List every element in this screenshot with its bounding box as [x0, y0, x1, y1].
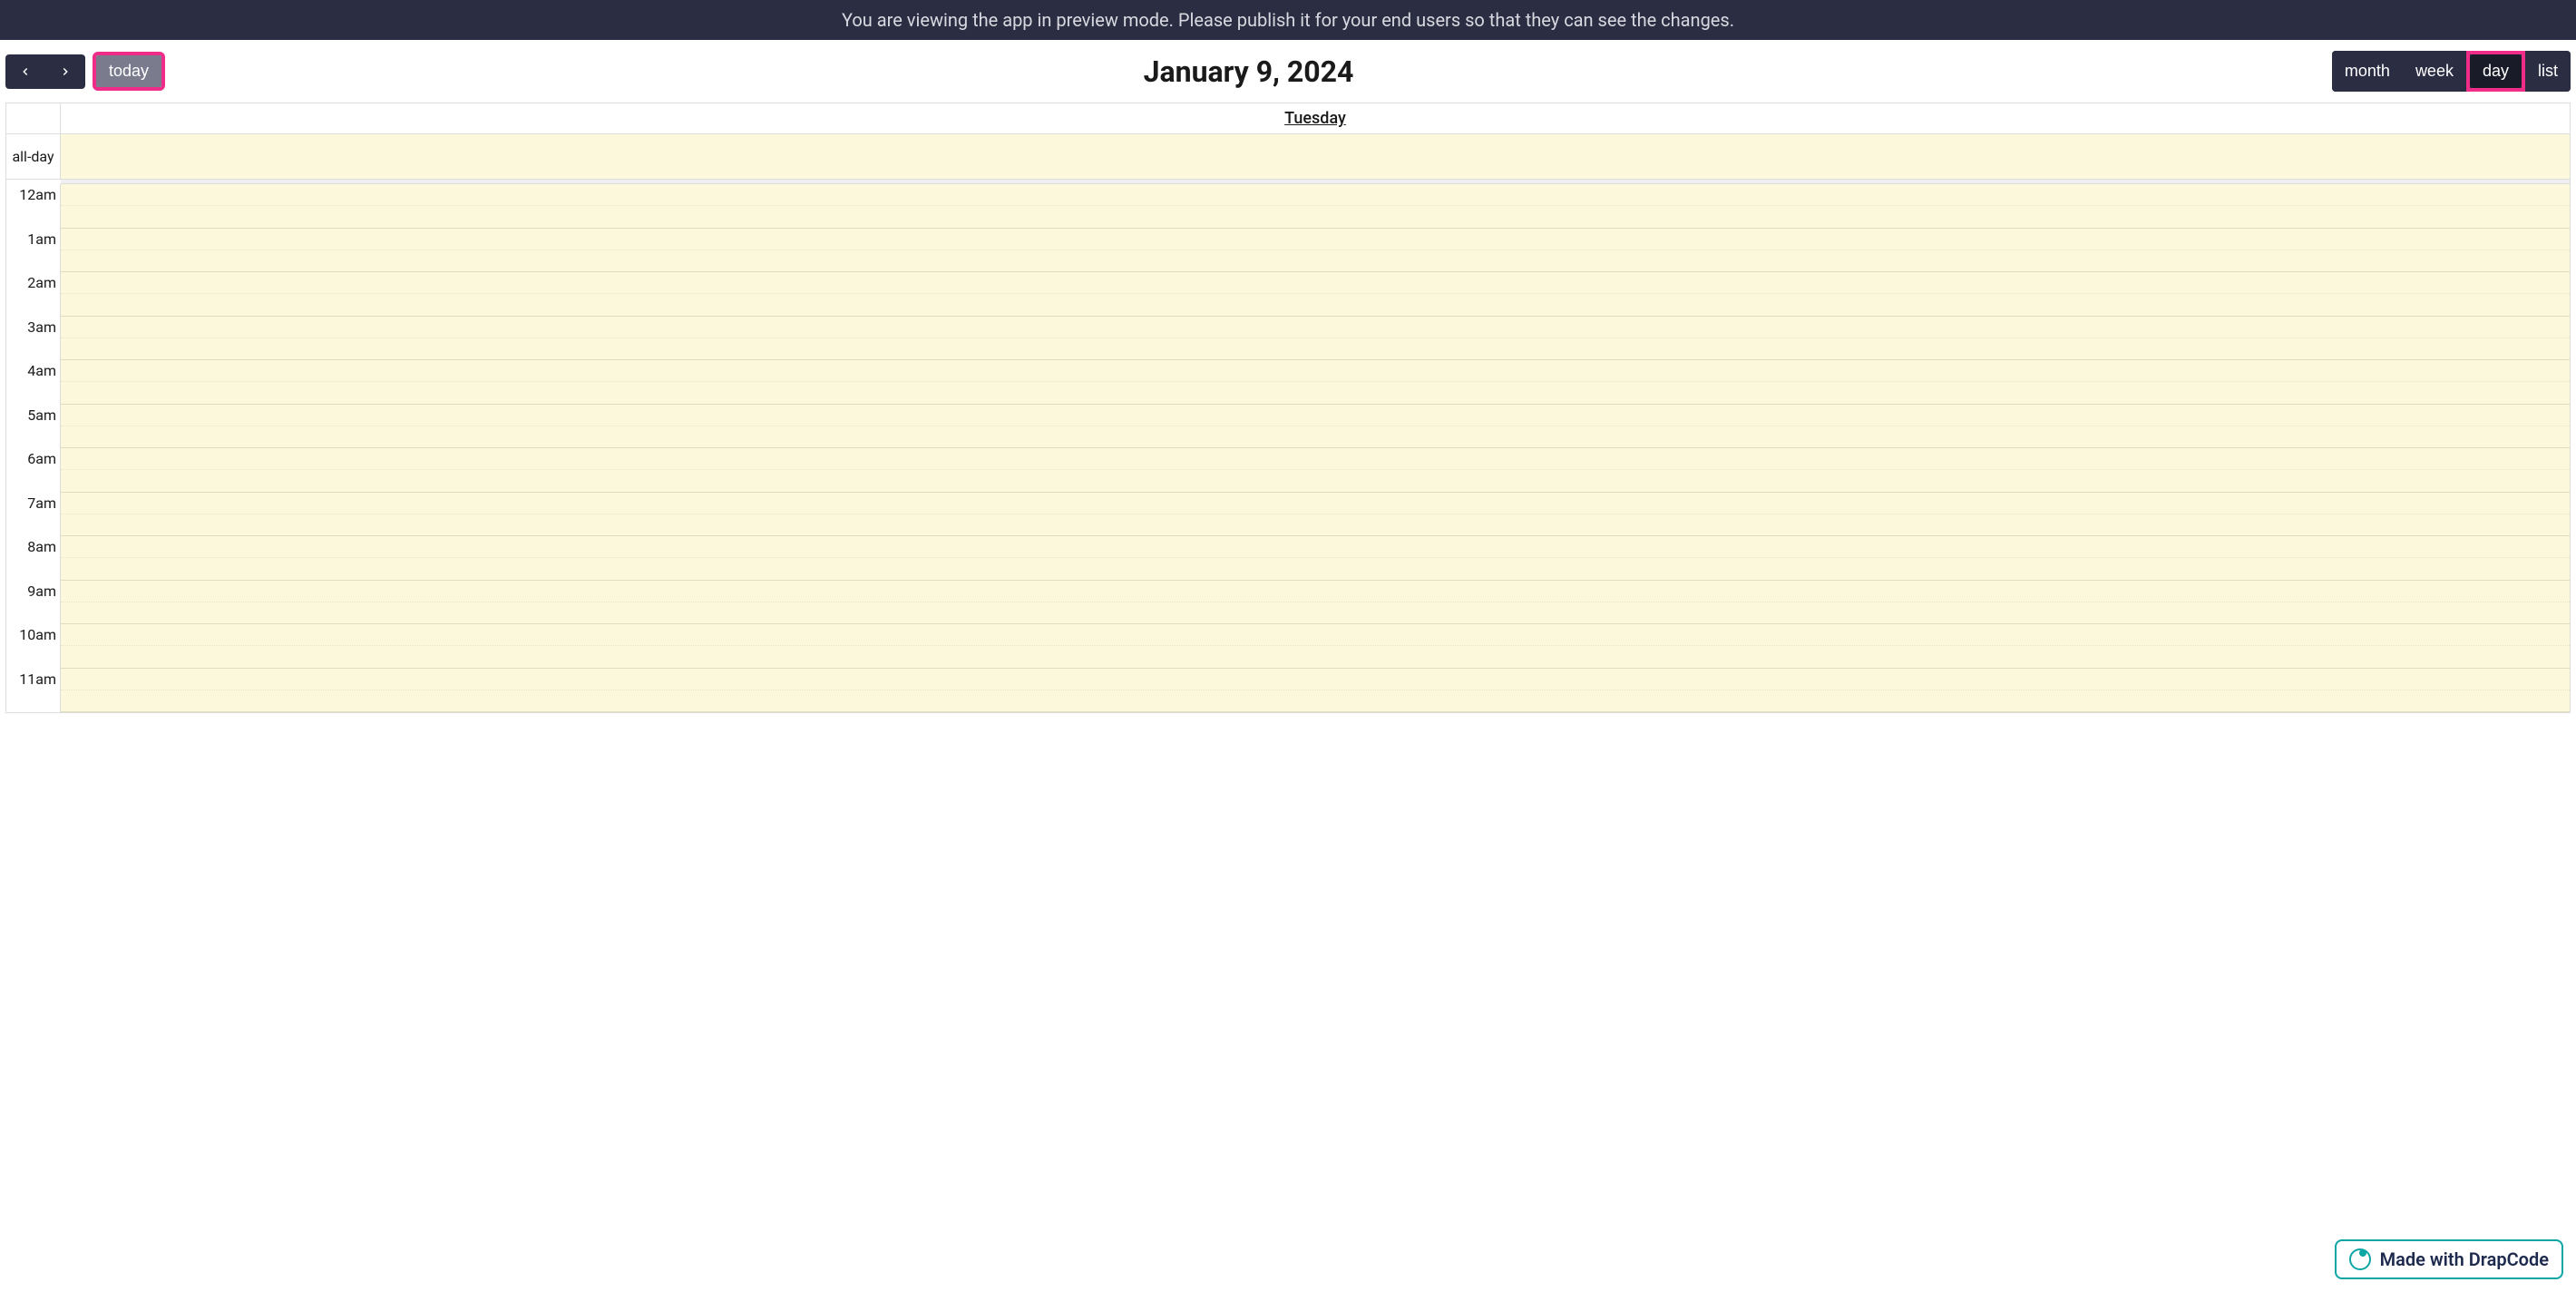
day-header-label[interactable]: Tuesday	[61, 103, 2570, 133]
time-slot[interactable]	[61, 272, 2570, 294]
day-header-spacer	[6, 103, 61, 133]
today-button[interactable]: today	[96, 55, 161, 87]
time-labels-column: 12am 1am 2am 3am 4am 5am 6am 7am 8am 9am…	[6, 184, 61, 712]
drapcode-logo-icon	[2349, 1248, 2371, 1270]
time-slot[interactable]	[61, 646, 2570, 668]
drapcode-badge-text: Made with DrapCode	[2380, 1248, 2549, 1270]
prev-button[interactable]	[5, 54, 45, 89]
time-label: 7am	[6, 493, 60, 537]
drapcode-badge[interactable]: Made with DrapCode	[2335, 1239, 2563, 1279]
time-label: 10am	[6, 624, 60, 669]
time-content-column[interactable]	[61, 184, 2570, 712]
time-slot[interactable]	[61, 229, 2570, 250]
time-slot[interactable]	[61, 382, 2570, 404]
time-slot[interactable]	[61, 184, 2570, 206]
calendar-container: Tuesday all-day 12am 1am 2am 3am 4am 5am…	[5, 103, 2571, 713]
time-label: 11am	[6, 669, 60, 713]
time-label: 1am	[6, 229, 60, 273]
time-slot[interactable]	[61, 448, 2570, 470]
time-slot[interactable]	[61, 624, 2570, 646]
view-month-button[interactable]: month	[2332, 51, 2403, 92]
preview-banner: You are viewing the app in preview mode.…	[0, 0, 2576, 40]
time-slot[interactable]	[61, 250, 2570, 272]
toolbar-right: month week day list	[2332, 51, 2571, 92]
time-slot[interactable]	[61, 536, 2570, 558]
time-label: 2am	[6, 272, 60, 317]
time-slot[interactable]	[61, 360, 2570, 382]
time-slot[interactable]	[61, 405, 2570, 426]
time-slot[interactable]	[61, 206, 2570, 228]
nav-button-group	[5, 54, 85, 89]
day-button-highlight: day	[2466, 51, 2525, 92]
time-label: 9am	[6, 581, 60, 625]
time-slot[interactable]	[61, 690, 2570, 712]
time-slot[interactable]	[61, 317, 2570, 338]
time-label: 3am	[6, 317, 60, 361]
time-slot[interactable]	[61, 514, 2570, 536]
next-button[interactable]	[45, 54, 85, 89]
allday-content[interactable]	[61, 134, 2570, 179]
view-day-button[interactable]: day	[2470, 54, 2522, 88]
allday-label: all-day	[6, 134, 61, 179]
toolbar-left: today	[5, 52, 165, 91]
time-slot[interactable]	[61, 558, 2570, 580]
time-slot[interactable]	[61, 294, 2570, 316]
time-slot[interactable]	[61, 493, 2570, 514]
time-slot[interactable]	[61, 470, 2570, 492]
day-header-row: Tuesday	[6, 103, 2570, 134]
time-slot[interactable]	[61, 338, 2570, 360]
time-grid: 12am 1am 2am 3am 4am 5am 6am 7am 8am 9am…	[6, 184, 2570, 712]
view-list-button[interactable]: list	[2525, 51, 2571, 92]
view-week-button[interactable]: week	[2403, 51, 2466, 92]
time-slot[interactable]	[61, 581, 2570, 602]
view-button-group: month week day list	[2332, 51, 2571, 92]
time-label: 6am	[6, 448, 60, 493]
calendar-toolbar: today January 9, 2024 month week day lis…	[0, 40, 2576, 103]
time-label: 5am	[6, 405, 60, 449]
preview-banner-text: You are viewing the app in preview mode.…	[842, 9, 1734, 31]
chevron-left-icon	[19, 65, 32, 78]
time-label: 8am	[6, 536, 60, 581]
chevron-right-icon	[59, 65, 72, 78]
allday-row: all-day	[6, 134, 2570, 180]
today-button-highlight: today	[93, 52, 165, 91]
time-slot[interactable]	[61, 426, 2570, 448]
time-slot[interactable]	[61, 669, 2570, 690]
time-label: 12am	[6, 184, 60, 229]
time-slot[interactable]	[61, 602, 2570, 624]
time-label: 4am	[6, 360, 60, 405]
calendar-title: January 9, 2024	[1144, 54, 1354, 89]
